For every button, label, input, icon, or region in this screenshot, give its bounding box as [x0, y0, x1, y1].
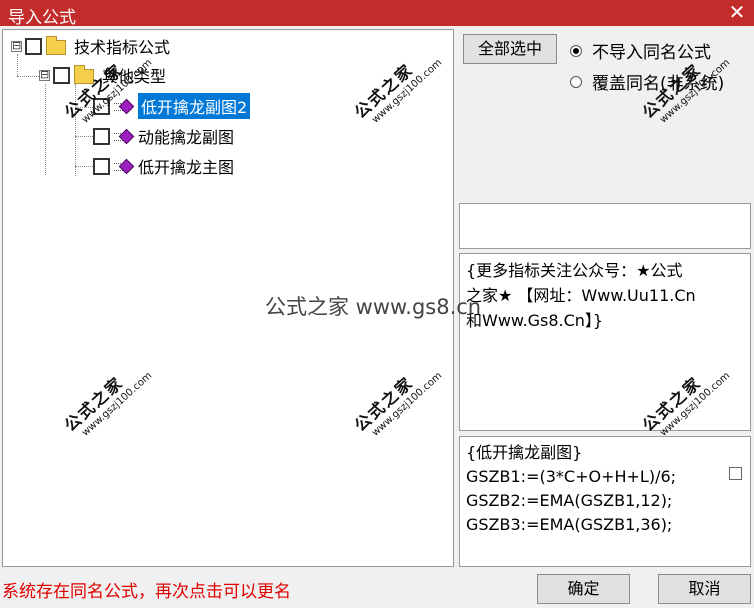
tree-item[interactable]: 动能擒龙副图	[93, 122, 234, 150]
formula-icon	[114, 98, 135, 115]
tree-item-checkbox[interactable]	[93, 127, 110, 145]
tree-item[interactable]: 低开擒龙主图	[93, 152, 234, 180]
expander-icon[interactable]: ⊟	[11, 40, 22, 52]
tree-item[interactable]: 低开擒龙副图2	[93, 92, 251, 120]
ok-button[interactable]: 确定	[537, 574, 630, 604]
tree-connector	[75, 166, 93, 167]
name-field[interactable]	[459, 203, 751, 249]
close-icon[interactable]: ✕	[726, 1, 748, 23]
folder-icon	[46, 35, 66, 55]
code-line: GSZB2:=EMA(GSZB1,12);	[466, 491, 673, 510]
description-box: {更多指标关注公众号：★公式 之家★ 【网址：Www.Uu11.Cn 和Www.…	[459, 253, 751, 431]
tree-connector	[45, 84, 46, 175]
formula-icon	[114, 128, 135, 145]
option-no-import[interactable]: 不导入同名公式	[570, 38, 711, 63]
tree-item-label[interactable]: 低开擒龙主图	[138, 154, 234, 178]
tree-item-checkbox[interactable]	[93, 97, 110, 115]
option-no-import-label[interactable]: 不导入同名公式	[592, 38, 711, 63]
tree-connector	[75, 107, 93, 108]
tree-connector	[75, 84, 76, 176]
option-overwrite[interactable]: 覆盖同名(非系统)	[570, 69, 724, 94]
tree-root-label[interactable]: 技术指标公式	[74, 34, 170, 58]
tree-connector	[17, 76, 39, 77]
description-line: {更多指标关注公众号：★公式	[466, 261, 683, 280]
tree-root-checkbox[interactable]	[25, 37, 42, 55]
tree-root[interactable]: ⊟ 技术指标公式	[11, 32, 170, 60]
select-all-button[interactable]: 全部选中	[463, 34, 557, 64]
option-overwrite-label[interactable]: 覆盖同名(非系统)	[592, 69, 724, 94]
code-checkbox[interactable]	[729, 467, 742, 480]
tree-group-label[interactable]: 其他类型	[102, 63, 166, 87]
tree-item-label[interactable]: 低开擒龙副图2	[138, 93, 251, 119]
description-line: 和Www.Gs8.Cn】}	[466, 311, 604, 330]
center-watermark: 公式之家 www.gs8.cn	[265, 295, 482, 319]
tree-group-checkbox[interactable]	[53, 66, 70, 84]
radio-no-import[interactable]	[570, 44, 582, 57]
code-preview: {低开擒龙副图} GSZB1:=(3*C+O+H+L)/6; GSZB2:=EM…	[459, 436, 751, 567]
status-message: 系统存在同名公式，再次点击可以更名	[2, 582, 291, 602]
description-line: 之家★ 【网址：Www.Uu11.Cn	[466, 286, 696, 305]
code-line: GSZB3:=EMA(GSZB1,36);	[466, 515, 673, 534]
code-line: {低开擒龙副图}	[466, 443, 583, 462]
expander-icon[interactable]: ⊟	[39, 69, 50, 81]
title-bar: 导入公式 ✕	[0, 0, 754, 28]
radio-overwrite[interactable]	[570, 75, 582, 88]
code-line: GSZB1:=(3*C+O+H+L)/6;	[466, 467, 677, 486]
tree-item-checkbox[interactable]	[93, 157, 110, 175]
cancel-button[interactable]: 取消	[658, 574, 751, 604]
window-title: 导入公式	[8, 8, 76, 28]
tree-group[interactable]: ⊟ 其他类型	[39, 61, 166, 89]
folder-icon	[74, 64, 94, 84]
formula-icon	[114, 158, 135, 175]
tree-item-label[interactable]: 动能擒龙副图	[138, 124, 234, 148]
tree-connector	[75, 136, 93, 137]
